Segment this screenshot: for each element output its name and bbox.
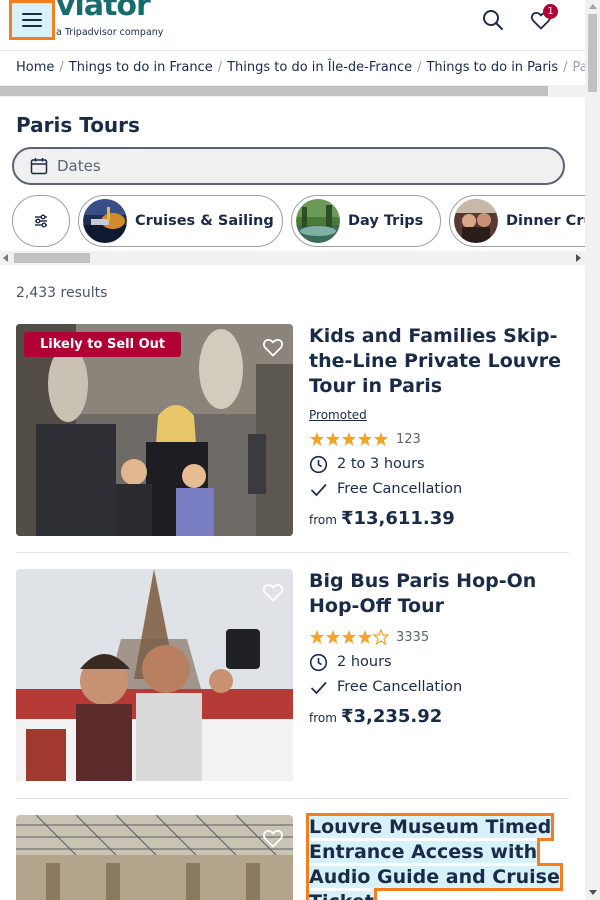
site-header: viator a Tripadvisor company 1 (0, 0, 585, 50)
scroll-right-arrow-icon[interactable] (576, 254, 581, 262)
scroll-down-arrow-icon[interactable] (589, 890, 597, 895)
rating-stars: 3335 (309, 628, 569, 646)
page-title: Paris Tours (16, 113, 140, 137)
search-icon[interactable] (481, 8, 505, 32)
duration: 2 hours (309, 653, 569, 671)
chip-label: Dinner Cruises (506, 213, 585, 229)
breadcrumb-scrollbar-thumb[interactable] (0, 86, 548, 96)
price: from ₹3,235.92 (309, 706, 569, 727)
breadcrumb-ile-de-france[interactable]: Things to do in Île-de-France (227, 60, 412, 75)
cruises-thumbnail (83, 199, 127, 243)
heart-icon[interactable] (261, 335, 285, 359)
heart-icon[interactable] (261, 580, 285, 604)
category-chips: Cruises & Sailing Day Trips Dinner Cr (0, 193, 585, 251)
chip-cruises-sailing[interactable]: Cruises & Sailing (78, 195, 283, 247)
listing-info: Big Bus Paris Hop-On Hop-Off Tour 3335 2… (309, 569, 569, 727)
listing-title[interactable]: Louvre Museum Timed Entrance Access with… (306, 813, 569, 900)
logo-subtitle: a Tripadvisor company (56, 27, 164, 38)
page-scrollbar-thumb[interactable] (588, 14, 597, 92)
divider (16, 552, 569, 553)
wishlist-count-badge: 1 (543, 4, 558, 19)
listing-card[interactable]: Big Bus Paris Hop-On Hop-Off Tour 3335 2… (16, 569, 569, 781)
menu-icon (22, 13, 42, 15)
scroll-left-arrow-icon[interactable] (3, 254, 8, 262)
checkmark-icon (310, 483, 327, 496)
likely-to-sell-out-badge: Likely to Sell Out (24, 332, 182, 357)
chip-dinner-cruises[interactable]: Dinner Cruises (449, 195, 585, 247)
scroll-up-arrow-icon[interactable] (589, 4, 597, 9)
chip-label: Cruises & Sailing (135, 213, 274, 229)
breadcrumb-home[interactable]: Home (16, 60, 54, 75)
duration-text: 2 hours (337, 654, 392, 670)
price-prefix: from (309, 513, 337, 527)
star-icon (310, 432, 388, 446)
filter-sliders-icon (35, 214, 47, 228)
listing-title-highlighted[interactable]: Louvre Museum Timed Entrance Access with… (306, 813, 563, 900)
cancellation-text: Free Cancellation (337, 481, 463, 497)
filters-button[interactable] (12, 195, 70, 247)
rating-stars: 123 (309, 430, 569, 448)
price: from ₹13,611.39 (309, 508, 569, 529)
divider (16, 798, 569, 799)
free-cancellation: Free Cancellation (309, 480, 569, 498)
promoted-label[interactable]: Promoted (309, 408, 367, 422)
price-value: ₹13,611.39 (340, 508, 455, 529)
breadcrumb: Home / Things to do in France / Things t… (0, 50, 585, 84)
listing-image[interactable] (16, 569, 293, 781)
breadcrumb-scrollbar[interactable] (0, 85, 585, 97)
listing-card[interactable]: Louvre Museum Timed Entrance Access with… (16, 813, 569, 900)
heart-icon[interactable] (261, 826, 285, 850)
calendar-icon (30, 158, 48, 175)
clock-icon (309, 455, 328, 473)
breadcrumb-paris[interactable]: Things to do in Paris (426, 60, 558, 75)
results-count: 2,433 results (16, 285, 108, 301)
breadcrumb-france[interactable]: Things to do in France (69, 60, 213, 75)
page-scrollbar[interactable] (585, 0, 600, 900)
cancellation-text: Free Cancellation (337, 679, 463, 695)
logo[interactable]: viator (56, 0, 151, 23)
star-icon (310, 629, 389, 645)
dates-label: Dates (57, 157, 101, 175)
chip-label: Day Trips (348, 213, 424, 229)
breadcrumb-current: Paris Tours (572, 60, 585, 75)
price-prefix: from (309, 711, 337, 725)
dinner-cruises-thumbnail (454, 199, 498, 243)
dates-picker-button[interactable]: Dates (12, 147, 565, 185)
chips-scrollbar-thumb[interactable] (14, 253, 90, 263)
listing-image[interactable] (16, 815, 293, 900)
free-cancellation: Free Cancellation (309, 678, 569, 696)
day-trips-thumbnail (296, 199, 340, 243)
chip-day-trips[interactable]: Day Trips (291, 195, 441, 247)
listing-card[interactable]: Likely to Sell Out Kids and Families Ski… (16, 324, 569, 536)
listing-title[interactable]: Big Bus Paris Hop-On Hop-Off Tour (309, 569, 569, 619)
listing-title[interactable]: Kids and Families Skip-the-Line Private … (309, 324, 569, 399)
duration-text: 2 to 3 hours (337, 456, 425, 472)
chips-scrollbar[interactable] (0, 251, 585, 265)
listing-info: Louvre Museum Timed Entrance Access with… (306, 813, 569, 900)
checkmark-icon (310, 681, 327, 694)
duration: 2 to 3 hours (309, 455, 569, 473)
price-value: ₹3,235.92 (340, 706, 443, 727)
menu-button[interactable] (9, 0, 55, 40)
clock-icon (309, 653, 328, 671)
review-count: 3335 (396, 629, 430, 645)
listing-info: Kids and Families Skip-the-Line Private … (309, 324, 569, 529)
review-count: 123 (396, 431, 421, 447)
